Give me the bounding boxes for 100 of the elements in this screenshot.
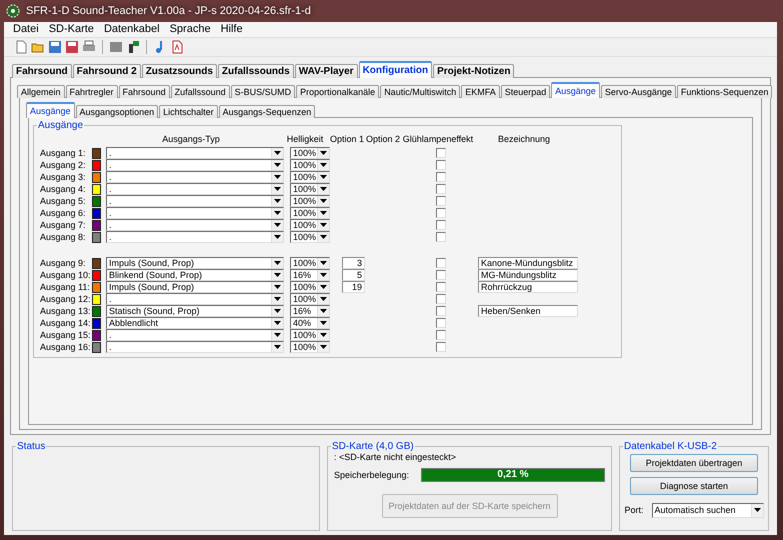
option-field[interactable]: 3 [342, 257, 365, 269]
name-field[interactable]: Kanone-Mündungsblitz [478, 257, 578, 269]
section-tab[interactable]: Lichtschalter [159, 105, 218, 118]
glow-checkbox[interactable] [436, 196, 446, 206]
output-type-dropdown[interactable]: . [106, 329, 284, 341]
output-type-dropdown[interactable]: . [106, 147, 284, 159]
name-field[interactable]: Rohrrückzug [478, 281, 578, 293]
glow-checkbox[interactable] [436, 318, 446, 328]
output-type-dropdown[interactable]: Statisch (Sound, Prop) [106, 305, 284, 317]
save-icon[interactable] [65, 40, 79, 54]
glow-checkbox[interactable] [436, 172, 446, 182]
output-type-dropdown[interactable]: Impuls (Sound, Prop) [106, 257, 284, 269]
brightness-dropdown[interactable]: 100% [290, 231, 330, 243]
sub-tab[interactable]: Fahrtregler [66, 85, 118, 98]
option-field[interactable]: 5 [342, 269, 365, 281]
menu-item[interactable]: Hilfe [216, 22, 248, 37]
sub-tab[interactable]: Proportionalkanäle [296, 85, 380, 98]
dropdown-arrow-icon [320, 199, 327, 203]
sub-tab[interactable]: Servo-Ausgänge [600, 85, 676, 98]
output-type-dropdown[interactable]: . [106, 171, 284, 183]
glow-checkbox[interactable] [436, 160, 446, 170]
sub-tab[interactable]: Fahrsound [118, 85, 170, 98]
port-dropdown[interactable]: Automatisch suchen [652, 502, 764, 518]
section-tab[interactable]: Ausgänge [26, 102, 75, 118]
brightness-dropdown[interactable]: 100% [290, 147, 330, 159]
output-type-dropdown[interactable]: Blinkend (Sound, Prop) [106, 269, 284, 281]
sub-tab[interactable]: S-BUS/SUMD [230, 85, 296, 98]
glow-checkbox[interactable] [436, 342, 446, 352]
sub-tab[interactable]: EKMFA [461, 85, 500, 98]
name-field[interactable]: Heben/Senken [478, 305, 578, 317]
usage-bar: 0,21 % [421, 468, 605, 482]
output-type-dropdown[interactable]: . [106, 183, 284, 195]
brightness-dropdown[interactable]: 100% [290, 329, 330, 341]
glow-checkbox[interactable] [436, 148, 446, 158]
sub-tab[interactable]: Nautic/Multiswitch [380, 85, 460, 98]
print-icon[interactable] [82, 40, 96, 54]
glow-checkbox[interactable] [436, 258, 446, 268]
action-button[interactable]: Diagnose starten [630, 477, 758, 495]
glow-checkbox[interactable] [436, 232, 446, 242]
glow-checkbox[interactable] [436, 270, 446, 280]
main-tab[interactable]: Projekt-Notizen [433, 64, 514, 78]
dropdown-arrow-icon [320, 187, 327, 191]
dropdown-arrow-icon [320, 321, 327, 325]
pdf-document-icon[interactable] [170, 40, 184, 54]
output-type-dropdown[interactable]: . [106, 341, 284, 353]
new-file-icon[interactable] [14, 40, 28, 54]
main-tab[interactable]: Zusatzsounds [142, 64, 217, 78]
sub-tab[interactable]: Ausgänge [551, 82, 600, 98]
option-field[interactable]: 19 [342, 281, 365, 293]
glow-checkbox[interactable] [436, 330, 446, 340]
glow-checkbox[interactable] [436, 220, 446, 230]
cable-icon[interactable] [126, 40, 140, 54]
brightness-dropdown[interactable]: 100% [290, 341, 330, 353]
menu-item[interactable]: Datenkabel [98, 22, 165, 37]
sub-tab[interactable]: Funktions-Sequenzen [676, 85, 772, 98]
glow-checkbox[interactable] [436, 184, 446, 194]
brightness-dropdown[interactable]: 100% [290, 293, 330, 305]
glow-checkbox[interactable] [436, 282, 446, 292]
brightness-dropdown[interactable]: 100% [290, 219, 330, 231]
brightness-dropdown[interactable]: 100% [290, 281, 330, 293]
output-type-dropdown[interactable]: . [106, 219, 284, 231]
brightness-dropdown[interactable]: 40% [290, 317, 330, 329]
main-tab[interactable]: WAV-Player [294, 64, 358, 78]
glow-checkbox[interactable] [436, 208, 446, 218]
output-type-dropdown[interactable]: Impuls (Sound, Prop) [106, 281, 284, 293]
dropdown-arrow-icon [320, 273, 327, 277]
dropdown-arrow-icon [274, 175, 281, 179]
main-tab[interactable]: Konfiguration [358, 61, 432, 78]
output-type-dropdown[interactable]: Abblendlicht [106, 317, 284, 329]
sub-tab[interactable]: Allgemein [17, 85, 65, 98]
output-type-dropdown[interactable]: . [106, 159, 284, 171]
brightness-dropdown[interactable]: 16% [290, 269, 330, 281]
menu-item[interactable]: SD-Karte [44, 22, 99, 37]
brightness-dropdown[interactable]: 100% [290, 159, 330, 171]
section-tab[interactable]: Ausgangsoptionen [76, 105, 158, 118]
brightness-dropdown[interactable]: 100% [290, 207, 330, 219]
glow-checkbox[interactable] [436, 294, 446, 304]
sub-tab[interactable]: Steuerpad [500, 85, 550, 98]
brightness-dropdown[interactable]: 100% [290, 195, 330, 207]
menu-item[interactable]: Sprache [164, 22, 216, 37]
dropdown-arrow-icon [320, 235, 327, 239]
main-tab[interactable]: Fahrsound [12, 64, 72, 78]
action-button[interactable]: Projektdaten übertragen [630, 454, 758, 472]
brightness-dropdown[interactable]: 16% [290, 305, 330, 317]
output-type-dropdown[interactable]: . [106, 207, 284, 219]
main-tab[interactable]: Zufallssounds [218, 64, 294, 78]
menu-item[interactable]: Datei [8, 22, 44, 37]
column-header: Helligkeit [286, 134, 324, 144]
glow-checkbox[interactable] [436, 306, 446, 316]
output-type-dropdown[interactable]: . [106, 293, 284, 305]
output-type-dropdown[interactable]: . [106, 195, 284, 207]
main-tab[interactable]: Fahrsound 2 [72, 64, 141, 78]
save-icon[interactable] [48, 40, 62, 54]
brightness-dropdown[interactable]: 100% [290, 257, 330, 269]
section-tab[interactable]: Ausgangs-Sequenzen [218, 105, 316, 118]
sub-tab[interactable]: Zufallssound [170, 85, 230, 98]
brightness-dropdown[interactable]: 100% [290, 183, 330, 195]
name-field[interactable]: MG-Mündungsblitz [478, 269, 578, 281]
brightness-dropdown[interactable]: 100% [290, 171, 330, 183]
output-type-dropdown[interactable]: . [106, 231, 284, 243]
